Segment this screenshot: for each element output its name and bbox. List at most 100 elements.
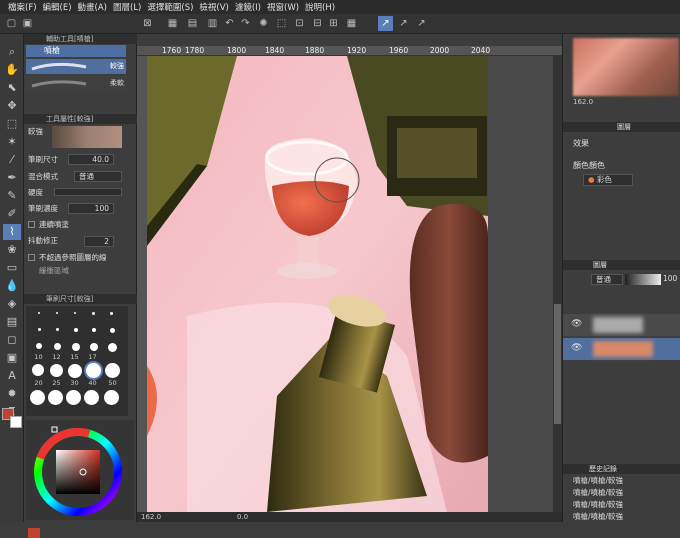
grid-icon[interactable]: ▦	[344, 16, 359, 31]
color-wheel[interactable]	[30, 416, 130, 516]
sub-tool-item-soft[interactable]: 柔軟	[26, 76, 126, 91]
layer-row-2[interactable]: 👁	[563, 338, 680, 360]
menu-file[interactable]: 檔案(F)	[8, 1, 37, 13]
export-icon[interactable]: ▥	[205, 16, 220, 31]
text-tool-icon[interactable]: A	[3, 368, 21, 384]
menu-edit[interactable]: 編輯(E)	[43, 1, 72, 13]
properties-tab[interactable]: 圖層	[617, 122, 631, 132]
brush-size-dot[interactable]	[84, 390, 99, 405]
brush-size-dot[interactable]	[104, 390, 119, 405]
brush-size-input[interactable]: 40.0	[68, 154, 114, 165]
brush-size-dot[interactable]	[110, 328, 115, 333]
brush-density-input[interactable]: 100	[68, 203, 114, 214]
eye-icon[interactable]: 👁	[571, 319, 582, 329]
open-icon[interactable]: ▣	[20, 16, 35, 31]
settings-icon[interactable]: ✺	[256, 16, 271, 31]
brush-size-dot[interactable]	[56, 328, 59, 331]
history-item[interactable]: 噴槍/噴槍/較強	[573, 511, 673, 522]
clear-icon[interactable]: ⊠	[140, 16, 155, 31]
redo-icon[interactable]: ↷	[238, 16, 253, 31]
layer-tab[interactable]: 圖層	[593, 260, 607, 270]
menu-select[interactable]: 選擇範圍(S)	[147, 1, 193, 13]
current-color-chip[interactable]	[28, 528, 40, 538]
stabilization-input[interactable]: 2	[84, 236, 114, 247]
balloon-tool-icon[interactable]: ✹	[3, 386, 21, 402]
history-item[interactable]: 噴槍/噴槍/較強	[573, 487, 673, 498]
blend-mode-select[interactable]: 普通	[74, 171, 122, 182]
new-file-icon[interactable]: ▢	[4, 16, 19, 31]
continuous-spray-checkbox[interactable]	[28, 221, 35, 228]
menu-help[interactable]: 說明(H)	[305, 1, 335, 13]
brush-size-dot[interactable]	[38, 312, 40, 314]
crop-icon[interactable]: ⊟	[310, 16, 325, 31]
snap-grid-icon[interactable]: ↗	[414, 16, 429, 31]
vertical-scrollbar[interactable]	[553, 56, 562, 512]
history-item[interactable]: 噴槍/噴槍/較強	[573, 475, 673, 486]
fill-tool-icon[interactable]: ◈	[3, 296, 21, 312]
layer-blend-mode-select[interactable]: 普通	[591, 274, 623, 285]
zoom-tool-icon[interactable]: ⌕	[3, 44, 21, 60]
history-item[interactable]: 噴槍/噴槍/較強	[573, 499, 673, 510]
eye-icon[interactable]: 👁	[571, 343, 582, 353]
menu-filter[interactable]: 濾鏡(I)	[235, 1, 261, 13]
angle-value[interactable]: 0.0	[237, 512, 248, 522]
sub-color-swatch[interactable]	[10, 416, 22, 428]
brush-size-dot[interactable]	[105, 363, 120, 378]
brush-size-dot[interactable]	[32, 364, 44, 376]
scrollbar-thumb[interactable]	[554, 304, 561, 424]
eyedropper-icon[interactable]: ⁄	[3, 152, 21, 168]
pencil-tool-icon[interactable]: ✎	[3, 188, 21, 204]
brush-size-dot[interactable]	[38, 328, 41, 331]
gradient-tool-icon[interactable]: ▤	[3, 314, 21, 330]
no-cross-ref-checkbox[interactable]	[28, 254, 35, 261]
brush-size-dot[interactable]	[90, 343, 98, 351]
figure-tool-icon[interactable]: ◻	[3, 332, 21, 348]
eraser-tool-icon[interactable]: ▭	[3, 260, 21, 276]
brush-size-dot[interactable]	[48, 390, 63, 405]
snap-ruler-icon[interactable]: ↗	[378, 16, 393, 31]
brush-size-dot-selected[interactable]	[86, 363, 101, 378]
blend-tool-icon[interactable]: 💧	[3, 278, 21, 294]
undo-icon[interactable]: ↶	[222, 16, 237, 31]
deselect-icon[interactable]: ⬚	[274, 16, 289, 31]
menu-window[interactable]: 視窗(W)	[267, 1, 299, 13]
fill-icon[interactable]: ▦	[165, 16, 180, 31]
layer-opacity-slider[interactable]	[625, 274, 661, 285]
brush-tool-icon[interactable]: ✐	[3, 206, 21, 222]
selection-tool-icon[interactable]: ⬚	[3, 116, 21, 132]
brush-size-dot[interactable]	[74, 312, 76, 314]
expression-color-select[interactable]: ● 彩色	[583, 174, 633, 186]
airbrush-tool-icon[interactable]: ⌇	[3, 224, 21, 240]
zoom-value[interactable]: 162.0	[141, 512, 161, 522]
navigator-zoom[interactable]: 162.0	[573, 98, 593, 106]
brush-size-dot[interactable]	[54, 343, 61, 350]
menu-view[interactable]: 檢視(V)	[199, 1, 228, 13]
auto-select-icon[interactable]: ✶	[3, 134, 21, 150]
brush-size-dot[interactable]	[110, 312, 113, 315]
menu-layer[interactable]: 圖層(L)	[113, 1, 141, 13]
hand-tool-icon[interactable]: ✋	[3, 62, 21, 78]
brush-size-dot[interactable]	[56, 312, 58, 314]
brush-size-dot[interactable]	[72, 343, 80, 351]
operation-tool-icon[interactable]: ⬉	[3, 80, 21, 96]
snap-special-icon[interactable]: ↗	[396, 16, 411, 31]
transform-icon[interactable]: ⊞	[326, 16, 341, 31]
move-tool-icon[interactable]: ✥	[3, 98, 21, 114]
invert-selection-icon[interactable]: ⊡	[292, 16, 307, 31]
hardness-slider[interactable]	[54, 188, 122, 196]
frame-tool-icon[interactable]: ▣	[3, 350, 21, 366]
brush-size-dot[interactable]	[92, 312, 95, 315]
brush-size-dot[interactable]	[30, 390, 45, 405]
menu-animation[interactable]: 動畫(A)	[78, 1, 107, 13]
sub-tool-item-strong[interactable]: 較強	[26, 59, 126, 74]
brush-size-dot[interactable]	[108, 343, 117, 352]
pen-tool-icon[interactable]: ✒	[3, 170, 21, 186]
layer-row-1[interactable]: 👁	[563, 314, 680, 336]
brush-size-dot[interactable]	[74, 328, 78, 332]
brush-size-dot[interactable]	[50, 364, 63, 377]
brush-size-dot[interactable]	[36, 343, 42, 349]
brush-size-dot[interactable]	[92, 328, 96, 332]
decoration-tool-icon[interactable]: ❀	[3, 242, 21, 258]
canvas-artwork[interactable]	[147, 56, 488, 512]
brush-size-dot[interactable]	[68, 364, 82, 378]
